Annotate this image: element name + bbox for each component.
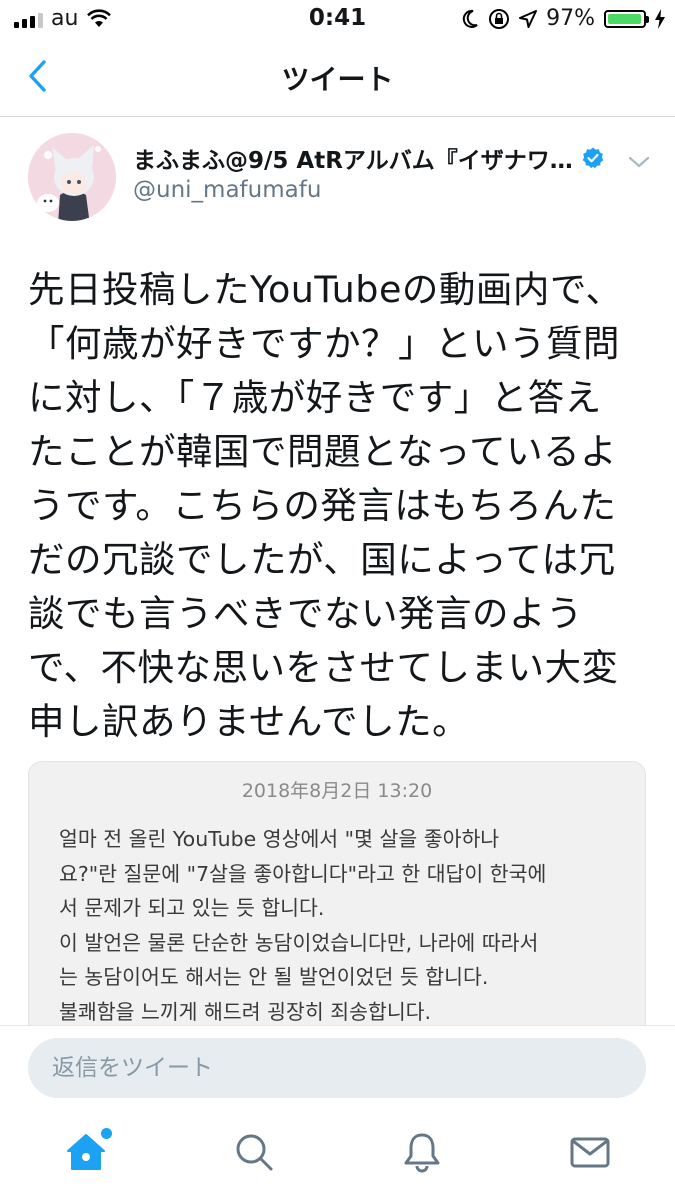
tweet-text-line: で、不快な思いをさせてしまい大変 (28, 646, 619, 689)
image-text: 얼마 전 올린 YouTube 영상에서 "몇 살을 좋아하나 요?"란 질문에… (59, 822, 634, 1025)
chevron-down-icon[interactable] (624, 147, 654, 177)
location-icon (519, 9, 538, 28)
tab-messages[interactable] (568, 1130, 612, 1174)
avatar-illustration (28, 133, 116, 221)
image-text-line: 불쾌함을 느끼게 해드려 굉장히 죄송합니다. (59, 999, 432, 1024)
page-title: ツイート (281, 63, 394, 96)
tweet-text-line: だの冗談でしたが、国によっては冗 (28, 538, 616, 581)
tab-search[interactable] (232, 1130, 276, 1174)
navigation-bar: ツイート (0, 40, 675, 117)
tweet-text-line: 申し訳ありませんでした。 (28, 700, 470, 743)
tweet-text-line: 談でも言うべきでない発言のよう (28, 592, 583, 635)
verified-badge-icon (582, 147, 604, 169)
tweet-text-line: 先日投稿したYouTubeの動画内で、 (28, 268, 623, 311)
charging-icon (655, 8, 665, 29)
moon-icon (462, 9, 478, 28)
reply-bar (0, 1025, 675, 1116)
user-handle[interactable]: @uni_mafumafu (133, 177, 321, 203)
tweet-detail: まふまふ@9/5 AtRアルバム『イザナワ… @uni_mafumafu 先日投… (0, 117, 675, 1025)
author-name-row[interactable]: まふまふ@9/5 AtRアルバム『イザナワ… (133, 141, 605, 175)
image-text-line: 이 발언은 물론 단순한 농담이었습니다만, 나라에 따라서 (59, 930, 539, 955)
reply-input[interactable] (28, 1038, 646, 1098)
search-icon (236, 1134, 273, 1171)
image-text-line: 얼마 전 올린 YouTube 영상에서 "몇 살을 좋아하나 (59, 827, 500, 851)
image-text-line: 요?"란 질문에 "7살을 좋아합니다"라고 한 대답이 한국에 (59, 861, 547, 886)
tweet-text-line: たことが韓国で問題となっているよ (28, 430, 618, 473)
tweet-text-line: うです。こちらの発言はもちろんた (28, 484, 617, 527)
notifications-icon (404, 1133, 440, 1173)
battery-fill (608, 13, 641, 24)
messages-icon (570, 1137, 610, 1168)
battery-icon (604, 9, 649, 28)
tweet-text-line: 「何歳が好きですか？」という質問 (28, 322, 620, 365)
avatar[interactable] (28, 133, 116, 221)
image-text-line: 는 농담이어도 해서는 안 될 발언이었던 듯 합니다. (59, 965, 489, 989)
battery-percent: 97% (546, 6, 595, 31)
tab-home[interactable] (64, 1128, 112, 1174)
tweet-image[interactable]: 2018年8月2日 13:20 얼마 전 올린 YouTube 영상에서 "몇 … (28, 761, 646, 1025)
notification-dot (101, 1128, 112, 1139)
tweet-text: 先日投稿したYouTubeの動画内で、 「何歳が好きですか？」という質問 に対し… (28, 263, 653, 749)
display-name[interactable]: まふまふ@9/5 AtRアルバム『イザナワ… (133, 141, 573, 175)
image-date: 2018年8月2日 13:20 (241, 780, 433, 802)
tweet-text-line: に対し、「７歳が好きです」と答え (28, 376, 602, 419)
tab-bar (0, 1115, 675, 1200)
image-text-line: 서 문제가 되고 있는 듯 합니다. (59, 896, 325, 920)
status-bar: au 0:41 97% (0, 0, 675, 40)
rotation-lock-icon (489, 8, 510, 29)
tab-notifications[interactable] (400, 1130, 444, 1174)
status-right: 97% (461, 6, 665, 31)
